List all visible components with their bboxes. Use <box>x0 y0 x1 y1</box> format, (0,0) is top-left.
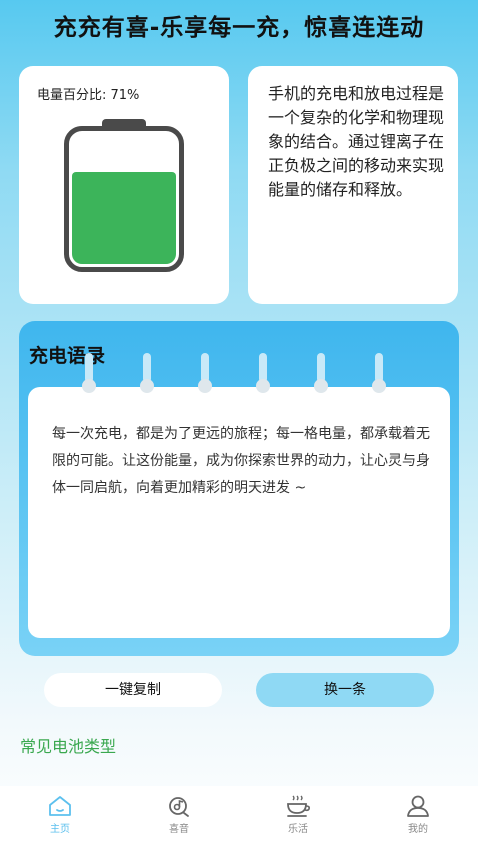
quote-panel: 充电语录 每一次充电，都是为了更远的旅程；每一格电量，都承载着无限的可能。让这份… <box>19 321 459 656</box>
tab-profile[interactable]: 我的 <box>388 794 448 846</box>
home-icon <box>49 796 71 816</box>
tab-music[interactable]: 喜音 <box>149 794 209 846</box>
info-card: 手机的充电和放电过程是一个复杂的化学和物理现象的结合。通过锂离子在正负极之间的移… <box>248 66 458 304</box>
section-title: 常见电池类型 <box>20 737 117 756</box>
tab-home[interactable]: 主页 <box>30 794 90 846</box>
coffee-icon <box>287 795 310 817</box>
binder-ring <box>256 353 270 397</box>
next-quote-button[interactable]: 换一条 <box>256 673 434 707</box>
tab-label: 乐活 <box>288 824 308 835</box>
tab-label: 喜音 <box>169 824 189 835</box>
battery-percent-label: 电量百分比: 71% <box>37 88 140 103</box>
tab-lifestyle[interactable]: 乐活 <box>268 794 328 846</box>
binder-ring <box>140 353 154 397</box>
music-icon <box>169 797 189 817</box>
battery-icon <box>64 126 184 272</box>
binder-ring <box>198 353 212 397</box>
quote-text: 每一次充电，都是为了更远的旅程；每一格电量，都承载着无限的可能。让这份能量，成为… <box>52 426 430 496</box>
tab-label: 主页 <box>50 824 70 835</box>
page-title: 充充有喜-乐享每一充，惊喜连连动 <box>53 15 425 41</box>
binder-ring <box>82 353 96 397</box>
binder-ring <box>314 353 328 397</box>
user-icon <box>407 795 429 817</box>
bottom-tab-bar: 主页 喜音 乐活 我的 <box>0 786 478 850</box>
battery-level-fill <box>72 172 176 264</box>
copy-button[interactable]: 一键复制 <box>44 673 222 707</box>
battery-card: 电量百分比: 71% <box>19 66 229 304</box>
tab-label: 我的 <box>408 824 428 835</box>
info-text: 手机的充电和放电过程是一个复杂的化学和物理现象的结合。通过锂离子在正负极之间的移… <box>268 84 445 199</box>
binder-ring <box>372 353 386 397</box>
quote-note: 每一次充电，都是为了更远的旅程；每一格电量，都承载着无限的可能。让这份能量，成为… <box>28 353 450 638</box>
